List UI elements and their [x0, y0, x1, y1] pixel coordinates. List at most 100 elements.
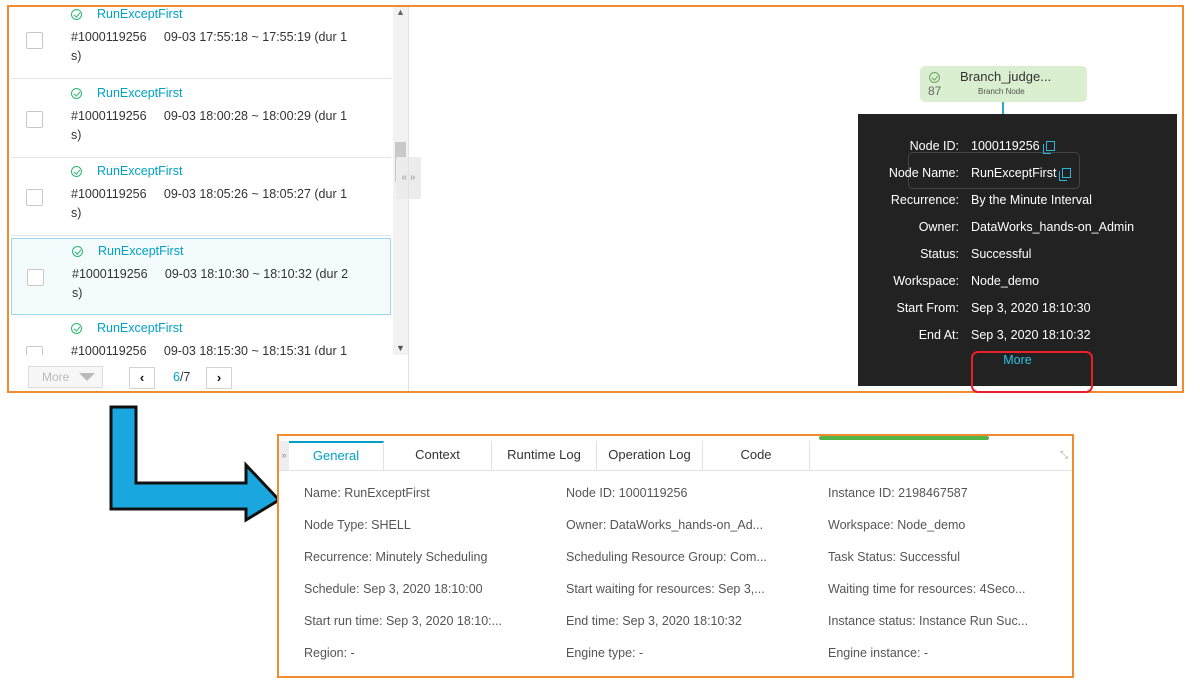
flow-arrow-icon [109, 405, 282, 523]
detail-field: Task Status: Successful [828, 550, 961, 564]
more-button-label: More [42, 370, 70, 384]
chevron-left-icon: ‹ [139, 370, 145, 385]
detail-field: Owner: DataWorks_hands-on_Ad... [566, 518, 764, 532]
detail-field: Recurrence: Minutely Scheduling [304, 550, 488, 564]
success-check-icon [71, 323, 82, 334]
detail-field: Instance ID: 2198467587 [828, 486, 968, 500]
tooltip-value-text: RunExceptFirst [971, 166, 1057, 180]
instance-name[interactable]: RunExceptFirst [97, 86, 182, 100]
detail-field: End time: Sep 3, 2020 18:10:32 [566, 614, 742, 628]
tooltip-row: Start From: Sep 3, 2020 18:10:30 [858, 301, 1177, 319]
instance-run-info: #1000119256 09-03 18:00:28 ~ 18:00:29 (d… [71, 109, 348, 123]
next-page-button[interactable]: › [206, 367, 232, 389]
pager: More ‹ 6/7 › [9, 357, 408, 391]
tab-operation-log[interactable]: Operation Log [597, 441, 703, 470]
tab-general[interactable]: General [289, 441, 384, 470]
tab-code[interactable]: Code [703, 441, 810, 470]
details-tabbar: General Context Runtime Log Operation Log Co… [279, 441, 1072, 471]
tooltip-row: Node Name: RunExceptFirst [858, 166, 1177, 184]
instance-list-item[interactable]: RunExceptFirst #1000119256 09-03 18:00:28… [11, 81, 391, 158]
scroll-up-icon[interactable]: ▲ [396, 7, 405, 17]
instance-name[interactable]: RunExceptFirst [97, 7, 182, 21]
status-strip [819, 436, 989, 440]
tooltip-key: Node Name: [888, 166, 959, 180]
tooltip-value: By the Minute Interval [971, 193, 1092, 207]
node-tooltip: Node ID: 1000119256 Node Name: RunExceptFir… [858, 114, 1177, 386]
chevron-down-icon [79, 373, 95, 381]
tooltip-key: End At: [918, 328, 959, 342]
detail-field: Workspace: Node_demo [828, 518, 966, 532]
detail-field: Name: RunExceptFirst [304, 486, 430, 500]
tooltip-value: RunExceptFirst [971, 166, 1072, 181]
tooltip-key: Start From: [896, 301, 959, 315]
detail-field: Schedule: Sep 3, 2020 18:10:00 [304, 582, 483, 596]
instance-run-info: #1000119256 09-03 18:15:30 ~ 18:15:31 (d… [71, 344, 348, 355]
tooltip-value: Node_demo [971, 274, 1039, 288]
copy-icon[interactable] [1042, 141, 1055, 154]
tooltip-value: DataWorks_hands-on_Admin [971, 220, 1134, 234]
instance-list-item[interactable]: RunExceptFirst #1000119256 09-03 18:10:30… [11, 238, 391, 315]
tooltip-row: Recurrence: By the Minute Interval [858, 193, 1177, 211]
instance-list-item[interactable]: RunExceptFirst #1000119256 09-03 18:15:30… [11, 316, 391, 355]
instance-list: RunExceptFirst #1000119256 09-03 17:55:18… [9, 7, 401, 355]
instance-run-info-wrap: s) [71, 128, 82, 142]
tooltip-value: 1000119256 [971, 139, 1055, 154]
instance-list-item[interactable]: RunExceptFirst #1000119256 09-03 18:05:26… [11, 159, 391, 236]
resize-icon[interactable]: ⤡ [1060, 450, 1068, 461]
instance-name[interactable]: RunExceptFirst [97, 164, 182, 178]
tooltip-value: Sep 3, 2020 18:10:32 [971, 328, 1091, 342]
detail-field: Scheduling Resource Group: Com... [566, 550, 767, 564]
more-button[interactable]: More [28, 366, 103, 388]
detail-field: Instance status: Instance Run Suc... [828, 614, 1029, 628]
chevron-right-icon: › [216, 370, 222, 385]
tooltip-row: Status: Successful [858, 247, 1177, 265]
tooltip-key: Owner: [918, 220, 959, 234]
branch-node[interactable]: 87 Branch_judge... Branch Node [920, 66, 1087, 102]
instance-name[interactable]: RunExceptFirst [98, 244, 183, 258]
prev-page-button[interactable]: ‹ [129, 367, 155, 389]
tooltip-value-text: Sep 3, 2020 18:10:30 [971, 301, 1091, 315]
instance-checkbox[interactable] [26, 32, 43, 49]
total-pages: /7 [179, 370, 191, 384]
instance-checkbox[interactable] [26, 111, 43, 128]
detail-field: Engine instance: - [828, 646, 929, 660]
detail-field: Node ID: 1000119256 [566, 486, 688, 500]
detail-field: Start waiting for resources: Sep 3,... [566, 582, 765, 596]
instance-name[interactable]: RunExceptFirst [97, 321, 182, 335]
page-indicator: 6/7 [173, 370, 190, 384]
tooltip-key: Status: [920, 247, 959, 261]
instance-run-info: #1000119256 09-03 17:55:18 ~ 17:55:19 (d… [71, 30, 348, 44]
instance-run-info: #1000119256 09-03 18:10:30 ~ 18:10:32 (d… [72, 267, 349, 281]
success-check-icon [72, 246, 83, 257]
instance-list-item[interactable]: RunExceptFirst #1000119256 09-03 17:55:18… [11, 7, 391, 79]
tooltip-value-text: Node_demo [971, 274, 1040, 288]
detail-field: Node Type: SHELL [304, 518, 411, 532]
success-check-icon [929, 72, 940, 83]
success-check-icon [71, 166, 82, 177]
instance-run-info-wrap: s) [71, 49, 82, 63]
tab-runtime-log[interactable]: Runtime Log [492, 441, 597, 470]
tooltip-value-text: 1000119256 [971, 139, 1040, 153]
tooltip-value: Successful [971, 247, 1031, 261]
instance-checkbox[interactable] [26, 346, 43, 355]
more-link-highlight [971, 351, 1093, 393]
scroll-down-icon[interactable]: ▼ [396, 343, 405, 353]
instance-checkbox[interactable] [27, 269, 44, 286]
branch-node-number: 87 [928, 84, 942, 98]
copy-icon[interactable] [1059, 168, 1072, 181]
tooltip-key: Node ID: [909, 139, 959, 153]
instance-run-info: #1000119256 09-03 18:05:26 ~ 18:05:27 (d… [71, 187, 348, 201]
instance-details-panel: » General Context Runtime Log Operation Log… [277, 434, 1074, 678]
tooltip-value-text: Successful [971, 247, 1032, 261]
detail-field: Region: - [304, 646, 355, 660]
tooltip-row: Workspace: Node_demo [858, 274, 1177, 292]
instance-checkbox[interactable] [26, 189, 43, 206]
branch-node-title: Branch_judge... [960, 69, 1052, 84]
instance-run-info-wrap: s) [72, 286, 83, 300]
tab-context[interactable]: Context [384, 441, 492, 470]
detail-field: Start run time: Sep 3, 2020 18:10:... [304, 614, 503, 628]
detail-field: Engine type: - [566, 646, 644, 660]
tooltip-value-text: Sep 3, 2020 18:10:32 [971, 328, 1091, 342]
tooltip-value-text: DataWorks_hands-on_Admin [971, 220, 1135, 234]
tooltip-value: Sep 3, 2020 18:10:30 [971, 301, 1091, 315]
